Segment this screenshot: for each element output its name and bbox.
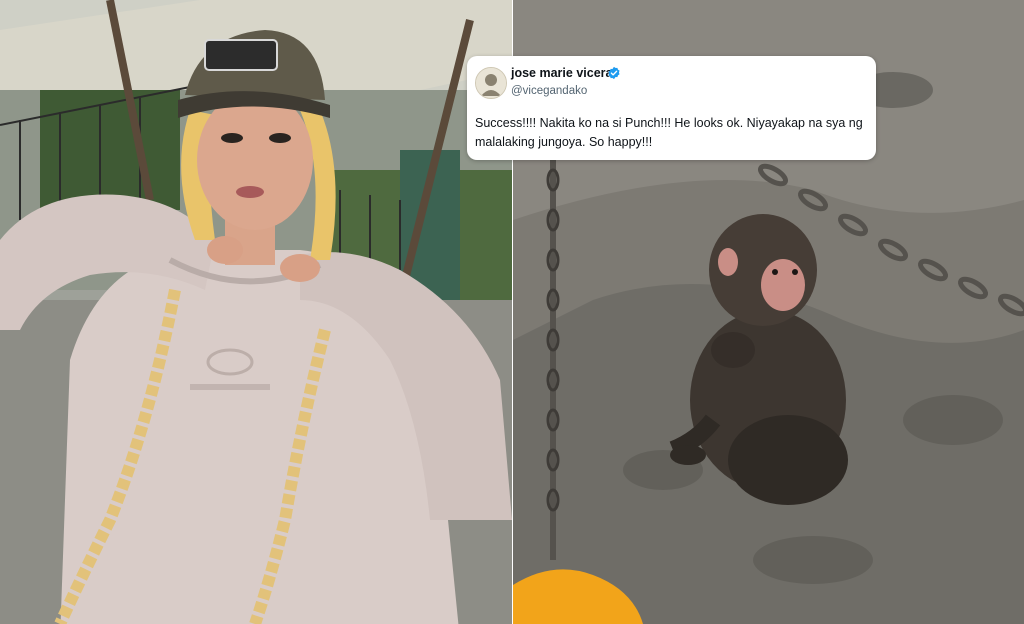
avatar-image [476, 68, 506, 98]
handle[interactable]: @vicegandako [511, 85, 587, 97]
tweet-text: Success!!!! Nakita ko na si Punch!!! He … [475, 116, 863, 149]
verified-badge-icon [608, 66, 620, 80]
avatar[interactable] [475, 67, 507, 99]
left-photo [0, 0, 512, 624]
tweet-card: jose marie viceral @vicegandako Success!… [467, 56, 876, 160]
display-name[interactable]: jose marie viceral [511, 66, 616, 80]
person-photo-illustration [0, 0, 512, 624]
